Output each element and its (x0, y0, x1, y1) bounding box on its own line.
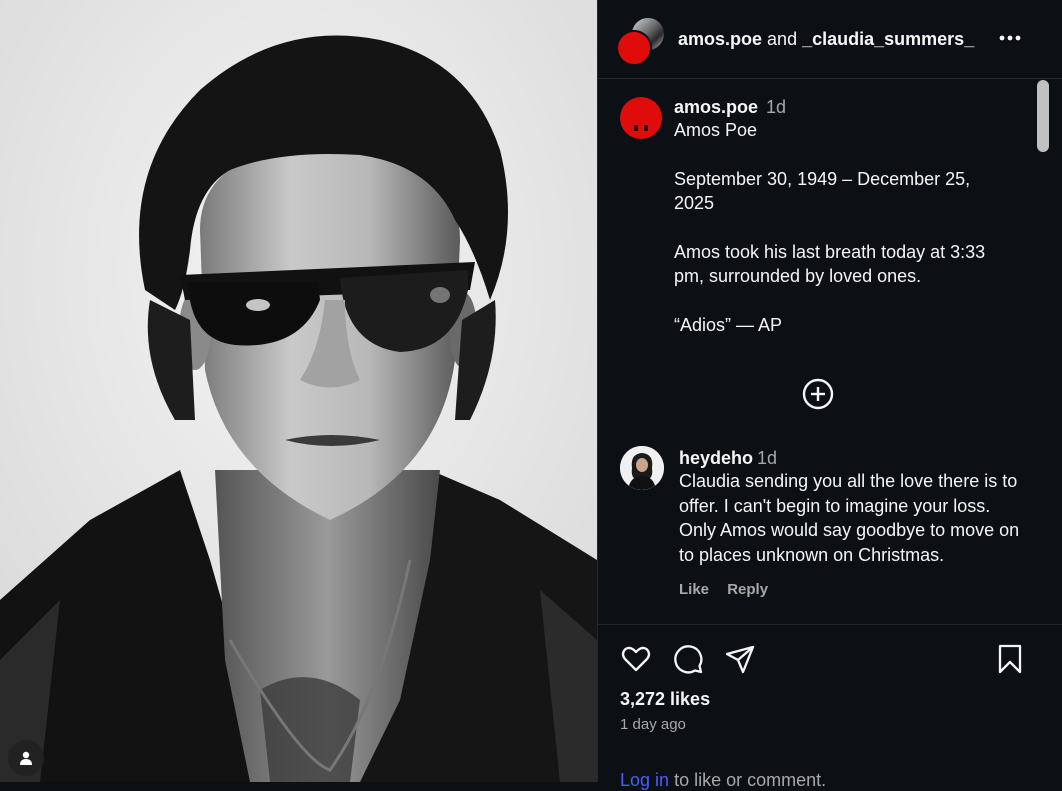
share-button[interactable] (724, 643, 756, 675)
authors-connector: and (767, 29, 798, 49)
post-side-panel: amos.poe and _claudia_summers_ amos.poe … (597, 0, 1062, 790)
portrait-image (0, 0, 597, 782)
caption-time[interactable]: 1d (766, 97, 786, 117)
commenter-username[interactable]: heydeho (679, 448, 753, 468)
caption-line: Amos Poe (674, 120, 758, 140)
person-icon (20, 751, 32, 765)
caption-line: Amos took his last breath today at 3:33 … (674, 241, 991, 287)
like-button[interactable] (620, 643, 652, 675)
caption-line: “Adios” — AP (674, 314, 783, 335)
caption-body: amos.poe 1d Amos Poe September 30, 1949 –… (674, 97, 1014, 337)
comment-time[interactable]: 1d (757, 448, 777, 468)
commenter-avatar[interactable] (620, 446, 664, 490)
comment-button[interactable] (672, 643, 704, 675)
add-circle-icon (802, 378, 834, 410)
load-more-comments-button[interactable] (801, 377, 835, 411)
more-options-icon (999, 35, 1021, 41)
likes-count[interactable]: 3,272 likes (620, 689, 710, 710)
bookmark-icon (998, 644, 1022, 674)
post-action-bar (620, 643, 1040, 677)
heart-icon (621, 646, 651, 672)
comment-icon (674, 645, 703, 674)
comment-like-button[interactable]: Like (679, 581, 709, 598)
post-header: amos.poe and _claudia_summers_ (598, 0, 1062, 79)
comment-body: heydeho 1d Claudia sending you all the lo… (679, 448, 1024, 598)
author-username[interactable]: amos.poe (678, 29, 762, 49)
caption-author-avatar[interactable] (620, 97, 662, 139)
avatar-image (634, 125, 648, 131)
comments-scroll-area[interactable]: amos.poe 1d Amos Poe September 30, 1949 –… (598, 79, 1062, 625)
avatar-image (620, 446, 664, 490)
more-options-button[interactable] (998, 26, 1022, 50)
author-avatar[interactable] (616, 30, 652, 66)
save-button[interactable] (994, 643, 1026, 675)
post-authors: amos.poe and _claudia_summers_ (678, 29, 974, 50)
caption-line: September 30, 1949 – December 25, 2025 (674, 168, 976, 214)
collaborator-username[interactable]: _claudia_summers_ (802, 29, 974, 49)
caption-username[interactable]: amos.poe (674, 97, 758, 117)
comment-text: Claudia sending you all the love there i… (679, 471, 1020, 565)
comment-actions: Like Reply (679, 581, 1024, 598)
tagged-users-button[interactable] (8, 740, 44, 776)
collab-avatars[interactable] (616, 16, 666, 66)
login-prompt-text: to like or comment. (674, 770, 827, 790)
scrollbar-thumb[interactable] (1037, 80, 1049, 152)
share-icon (725, 645, 755, 674)
comment-reply-button[interactable]: Reply (727, 581, 768, 598)
post-photo[interactable] (0, 0, 597, 782)
login-prompt: Log in to like or comment. (620, 770, 826, 791)
post-time[interactable]: 1 day ago (620, 716, 686, 733)
login-link[interactable]: Log in (620, 770, 669, 790)
